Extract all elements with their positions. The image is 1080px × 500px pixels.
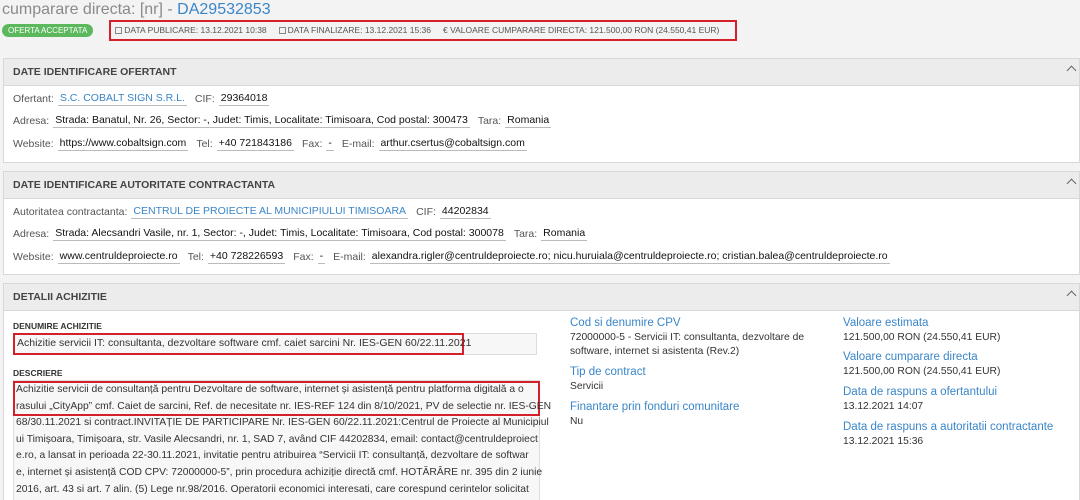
authority-label: Autoritatea contractanta: bbox=[13, 206, 128, 218]
finalize-date: DATA FINALIZARE: 13.12.2021 15:36 bbox=[278, 25, 431, 35]
descriere-line: Achizitie servicii de consultanță pentru… bbox=[16, 384, 524, 395]
finantare-title: Finantare prin fonduri comunitare bbox=[570, 401, 740, 413]
cif-label: CIF: bbox=[416, 206, 436, 218]
panel-detalii-header[interactable]: DETALII ACHIZITIE bbox=[4, 284, 1079, 311]
tel-label: Tel: bbox=[187, 251, 204, 263]
panel-autoritate: DATE IDENTIFICARE AUTORITATE CONTRACTANT… bbox=[3, 171, 1080, 275]
descriere-line: e, internet și asistență COD CPV: 720000… bbox=[16, 466, 543, 478]
address-label: Adresa: bbox=[13, 228, 50, 240]
ofertant-row-2: Adresa: Strada: Banatul, Nr. 26, Sector:… bbox=[13, 114, 559, 128]
cif-label: CIF: bbox=[194, 93, 215, 105]
address-value: Strada: Alecsandri Vasile, nr. 1, Sector… bbox=[53, 227, 506, 241]
descriere-line: 2016, art. 43 si art. 7 alin. (5) Lege n… bbox=[16, 483, 529, 495]
tel-value: +40 728226593 bbox=[207, 250, 286, 264]
email-label: E-mail: bbox=[333, 251, 366, 263]
country-value: Romania bbox=[505, 114, 552, 128]
valoare-cumparare-value: 121.500,00 RON (24.550,41 EUR) bbox=[843, 366, 1001, 377]
status-badge: OFERTA ACCEPTATA bbox=[2, 23, 94, 37]
calendar-icon bbox=[115, 27, 123, 34]
procedure-code-link[interactable]: DA29532853 bbox=[177, 1, 270, 18]
authority-name-link[interactable]: CENTRUL DE PROIECTE AL MUNICIPIULUI TIMI… bbox=[131, 205, 409, 219]
descriere-line: rasului „CityApp” cmf. Caiet de sarcini,… bbox=[16, 400, 552, 412]
direct-purchase-value: € VALOARE CUMPARARE DIRECTA: 121.500,00 … bbox=[443, 25, 720, 35]
panel-ofertant-header[interactable]: DATE IDENTIFICARE OFERTANT bbox=[4, 59, 1079, 86]
fax-value: - bbox=[317, 250, 326, 264]
chevron-up-icon[interactable] bbox=[1066, 290, 1077, 301]
fax-label: Fax: bbox=[301, 138, 323, 150]
valoare-estimata-title: Valoare estimata bbox=[843, 317, 929, 329]
valoare-estimata-value: 121.500,00 RON (24.550,41 EUR) bbox=[843, 332, 1001, 343]
ofertant-row-3: Website: https://www.cobaltsign.com Tel:… bbox=[13, 137, 535, 151]
chevron-up-icon[interactable] bbox=[1066, 178, 1077, 189]
email-value: arthur.csertus@cobaltsign.com bbox=[378, 137, 527, 151]
address-value: Strada: Banatul, Nr. 26, Sector: -, Jude… bbox=[53, 114, 470, 128]
email-value: alexandra.rigler@centruldeproiecte.ro; n… bbox=[369, 250, 890, 264]
valoare-cumparare-title: Valoare cumparare directa bbox=[843, 351, 978, 363]
raspuns-autoritate-title: Data de raspuns a autoritatii contractan… bbox=[843, 421, 1054, 433]
country-label: Tara: bbox=[477, 115, 502, 127]
website-value: https://www.cobaltsign.com bbox=[57, 137, 189, 151]
calendar-icon bbox=[278, 27, 286, 34]
panel-detalii-title: DETALII ACHIZITIE bbox=[13, 291, 107, 303]
website-value: www.centruldeproiecte.ro bbox=[57, 250, 180, 264]
autoritate-row-2: Adresa: Strada: Alecsandri Vasile, nr. 1… bbox=[13, 227, 595, 241]
chevron-up-icon[interactable] bbox=[1066, 65, 1077, 76]
publish-date: DATA PUBLICARE: 13.12.2021 10:38 bbox=[115, 25, 267, 35]
page-title: cumparare directa: [nr] - DA29532853 bbox=[2, 1, 271, 19]
panel-ofertant: DATE IDENTIFICARE OFERTANT Ofertant: S.C… bbox=[3, 58, 1080, 163]
country-label: Tara: bbox=[513, 228, 538, 240]
address-label: Adresa: bbox=[13, 115, 50, 127]
website-label: Website: bbox=[13, 251, 54, 263]
tip-contract-title: Tip de contract bbox=[570, 366, 646, 378]
fax-value: - bbox=[326, 137, 334, 151]
cif-value: 29364018 bbox=[218, 92, 270, 106]
country-value: Romania bbox=[541, 227, 588, 241]
ofertant-name-link[interactable]: S.C. COBALT SIGN S.R.L. bbox=[57, 92, 187, 106]
ofertant-label: Ofertant: bbox=[13, 93, 54, 105]
fax-label: Fax: bbox=[293, 251, 314, 263]
descriere-line: e.ro, a lansat in perioada 22-30.11.2021… bbox=[16, 450, 529, 462]
descriere-label: DESCRIERE bbox=[13, 368, 63, 378]
panel-detalii: DETALII ACHIZITIE DENUMIRE ACHIZITIE Ach… bbox=[3, 283, 1080, 500]
cpv-value: 72000000-5 - Servicii IT: consultanta, d… bbox=[570, 332, 805, 357]
descriere-text: Achizitie servicii de consultanță pentru… bbox=[16, 382, 552, 498]
tel-label: Tel: bbox=[196, 138, 213, 150]
denumire-value: Achizitie servicii IT: consultanta, dezv… bbox=[17, 337, 472, 349]
panel-ofertant-title: DATE IDENTIFICARE OFERTANT bbox=[13, 66, 177, 78]
cpv-title: Cod si denumire CPV bbox=[570, 317, 681, 329]
tel-value: +40 721843186 bbox=[216, 137, 294, 151]
ofertant-row-1: Ofertant: S.C. COBALT SIGN S.R.L. CIF: 2… bbox=[13, 92, 277, 106]
panel-autoritate-title: DATE IDENTIFICARE AUTORITATE CONTRACTANT… bbox=[13, 179, 276, 191]
cif-value: 44202834 bbox=[439, 205, 491, 219]
tip-contract-value: Servicii bbox=[570, 381, 604, 392]
descriere-line: ui Timișoara, Timișoara, str. Vasile Ale… bbox=[16, 433, 538, 445]
raspuns-ofertant-value: 13.12.2021 14:07 bbox=[843, 401, 924, 412]
highlighted-dates-box: DATA PUBLICARE: 13.12.2021 10:38 DATA FI… bbox=[109, 19, 738, 41]
denumire-label: DENUMIRE ACHIZITIE bbox=[13, 321, 102, 331]
raspuns-autoritate-value: 13.12.2021 15:36 bbox=[843, 436, 924, 447]
descriere-line: 68/30.11.2021 si contract.INVITAȚIE DE P… bbox=[16, 417, 549, 429]
website-label: Website: bbox=[13, 138, 54, 150]
autoritate-row-1: Autoritatea contractanta: CENTRUL DE PRO… bbox=[13, 205, 499, 219]
meta-row: OFERTA ACCEPTATA DATA PUBLICARE: 13.12.2… bbox=[2, 19, 738, 41]
panel-autoritate-header[interactable]: DATE IDENTIFICARE AUTORITATE CONTRACTANT… bbox=[4, 172, 1079, 199]
title-prefix: cumparare directa: [nr] - bbox=[2, 1, 178, 18]
autoritate-row-3: Website: www.centruldeproiecte.ro Tel: +… bbox=[13, 250, 898, 264]
raspuns-ofertant-title: Data de raspuns a ofertantului bbox=[843, 386, 998, 398]
email-label: E-mail: bbox=[341, 138, 375, 150]
finantare-value: Nu bbox=[570, 416, 584, 427]
